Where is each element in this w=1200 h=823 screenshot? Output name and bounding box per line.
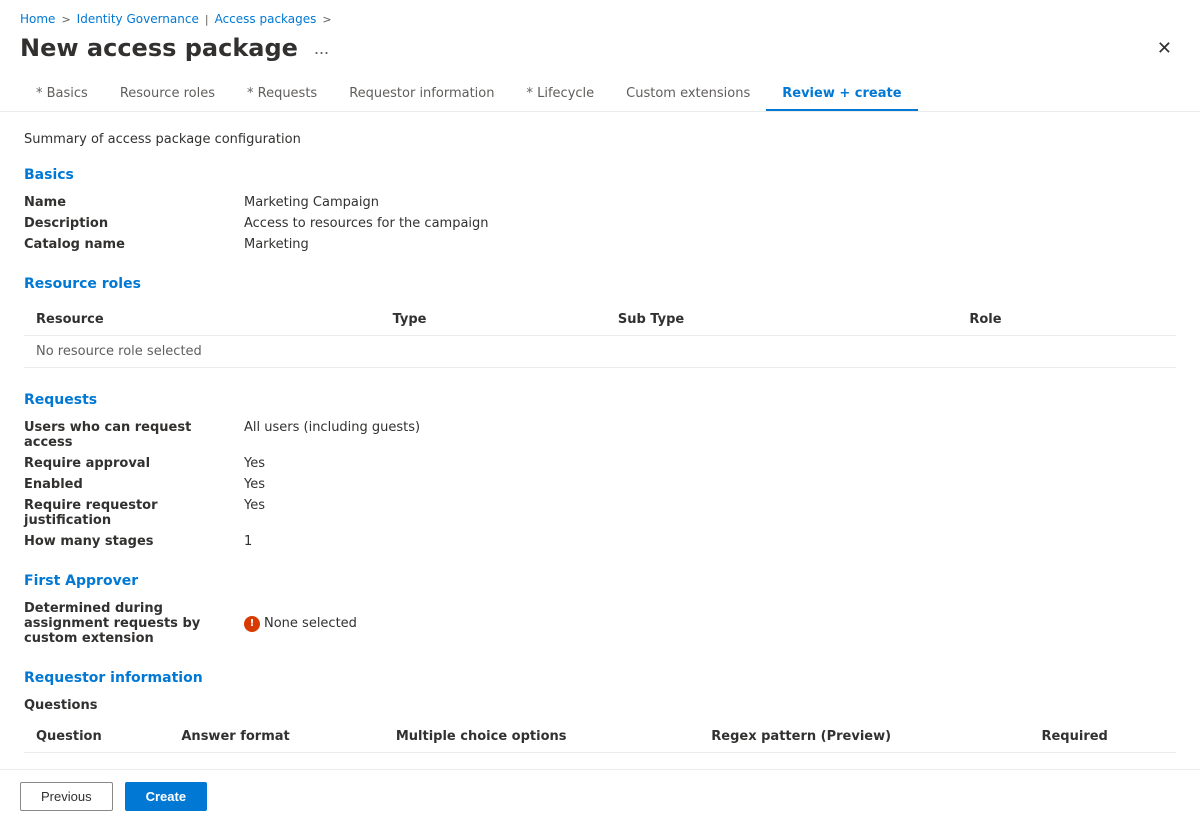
questions-header-row: Question Answer format Multiple choice o… — [24, 721, 1176, 753]
col-multiple-choice: Multiple choice options — [384, 721, 699, 753]
title-left: New access package ... — [20, 34, 335, 62]
tab-review-create[interactable]: Review + create — [766, 78, 917, 111]
header: Home > Identity Governance | Access pack… — [0, 0, 1200, 112]
previous-button[interactable]: Previous — [20, 782, 113, 811]
req-enabled-value: Yes — [244, 477, 1176, 492]
tab-basics[interactable]: * Basics — [20, 78, 104, 111]
first-approver-label: Determined during assignment requests by… — [24, 601, 244, 646]
col-required: Required — [1029, 721, 1176, 753]
resource-roles-section: Resource roles Resource Type Sub Type Ro… — [24, 276, 1176, 368]
tab-requests[interactable]: * Requests — [231, 78, 333, 111]
requestor-info-section: Requestor information Questions Question… — [24, 670, 1176, 753]
resource-table-header-row: Resource Type Sub Type Role — [24, 304, 1176, 336]
tab-resource-roles[interactable]: Resource roles — [104, 78, 231, 111]
resource-roles-table: Resource Type Sub Type Role No resource … — [24, 304, 1176, 368]
warning-icon: ! — [244, 616, 260, 632]
main-content: Summary of access package configuration … — [0, 112, 1200, 769]
col-resource: Resource — [24, 304, 381, 336]
breadcrumb: Home > Identity Governance | Access pack… — [20, 12, 1180, 26]
req-users-label: Users who can request access — [24, 420, 244, 450]
resource-no-data-cell: No resource role selected — [24, 336, 1176, 368]
page-container: Home > Identity Governance | Access pack… — [0, 0, 1200, 823]
basics-name-value: Marketing Campaign — [244, 195, 1176, 210]
requests-title: Requests — [24, 392, 1176, 408]
first-approver-section: First Approver Determined during assignm… — [24, 573, 1176, 646]
first-approver-value: ! None selected — [244, 601, 1176, 646]
breadcrumb-sep-pipe: | — [205, 13, 209, 26]
requests-section: Requests Users who can request access Al… — [24, 392, 1176, 549]
page-title: New access package — [20, 34, 298, 62]
title-row: New access package ... ✕ — [20, 34, 1180, 62]
breadcrumb-home[interactable]: Home — [20, 12, 55, 26]
questions-table: Question Answer format Multiple choice o… — [24, 721, 1176, 753]
req-approval-label: Require approval — [24, 456, 244, 471]
resource-no-data-row: No resource role selected — [24, 336, 1176, 368]
basics-name-label: Name — [24, 195, 244, 210]
breadcrumb-sep1: > — [61, 13, 70, 26]
basics-fields: Name Marketing Campaign Description Acce… — [24, 195, 1176, 252]
tabs-container: * Basics Resource roles * Requests Reque… — [20, 78, 1180, 111]
req-users-value: All users (including guests) — [244, 420, 1176, 450]
req-enabled-label: Enabled — [24, 477, 244, 492]
questions-label: Questions — [24, 698, 1176, 713]
basics-section: Basics Name Marketing Campaign Descripti… — [24, 167, 1176, 252]
requestor-info-title: Requestor information — [24, 670, 1176, 686]
req-stages-value: 1 — [244, 534, 1176, 549]
basics-catalog-label: Catalog name — [24, 237, 244, 252]
none-selected-text: None selected — [264, 616, 357, 631]
col-answer-format: Answer format — [169, 721, 383, 753]
col-question: Question — [24, 721, 169, 753]
ellipsis-button[interactable]: ... — [308, 36, 335, 61]
breadcrumb-identity-governance[interactable]: Identity Governance — [77, 12, 199, 26]
tab-requestor-information[interactable]: Requestor information — [333, 78, 510, 111]
breadcrumb-sep2: > — [322, 13, 331, 26]
col-role: Role — [957, 304, 1176, 336]
col-regex: Regex pattern (Preview) — [699, 721, 1029, 753]
col-type: Type — [381, 304, 606, 336]
summary-text: Summary of access package configuration — [24, 132, 1176, 147]
basics-section-title: Basics — [24, 167, 1176, 183]
basics-catalog-value: Marketing — [244, 237, 1176, 252]
first-approver-fields: Determined during assignment requests by… — [24, 601, 1176, 646]
requests-fields: Users who can request access All users (… — [24, 420, 1176, 549]
create-button[interactable]: Create — [125, 782, 207, 811]
col-subtype: Sub Type — [606, 304, 957, 336]
breadcrumb-access-packages[interactable]: Access packages — [215, 12, 317, 26]
footer: Previous Create — [0, 769, 1200, 823]
req-justification-label: Require requestor justification — [24, 498, 244, 528]
basics-description-value: Access to resources for the campaign — [244, 216, 1176, 231]
resource-roles-title: Resource roles — [24, 276, 1176, 292]
tab-custom-extensions[interactable]: Custom extensions — [610, 78, 766, 111]
req-approval-value: Yes — [244, 456, 1176, 471]
first-approver-title: First Approver — [24, 573, 1176, 589]
tab-lifecycle[interactable]: * Lifecycle — [510, 78, 610, 111]
basics-description-label: Description — [24, 216, 244, 231]
close-button[interactable]: ✕ — [1149, 35, 1180, 61]
req-justification-value: Yes — [244, 498, 1176, 528]
req-stages-label: How many stages — [24, 534, 244, 549]
